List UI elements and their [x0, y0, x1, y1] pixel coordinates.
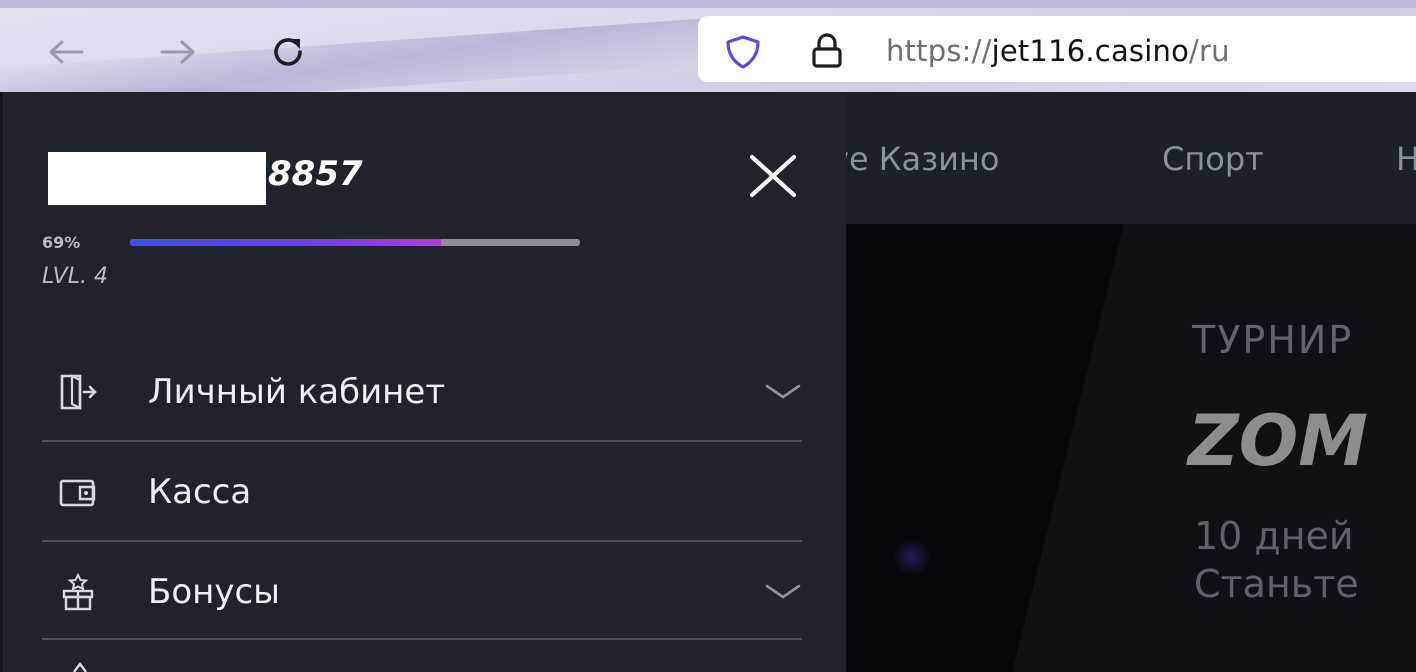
level-label: LVL. 4 [42, 264, 108, 289]
menu-item-personal-account[interactable]: Личный кабинет [42, 342, 802, 440]
menu-item-label: Личный кабинет [148, 372, 446, 412]
chevron-down-icon[interactable] [764, 382, 802, 402]
level-progress-percent: 69% [42, 233, 81, 252]
toolbar-background-streak [0, 17, 721, 92]
arrow-left-icon [49, 40, 84, 64]
hero-title: ZOM [1188, 400, 1368, 482]
address-bar[interactable]: https://jet116.casino/ru [698, 16, 1416, 82]
url-text[interactable]: https://jet116.casino/ru [886, 34, 1230, 68]
arrow-right-icon [160, 40, 195, 64]
menu-item-partial-icon [73, 662, 87, 672]
close-drawer-button[interactable] [740, 148, 806, 204]
username-redacted [48, 152, 266, 205]
menu-divider [42, 638, 802, 640]
nav-item-live-casino[interactable]: ve Казино [830, 140, 999, 178]
window-top-edge [0, 0, 1416, 8]
lock-icon[interactable] [810, 33, 844, 69]
nav-item-sport[interactable]: Спорт [1162, 140, 1264, 178]
browser-toolbar: https://jet116.casino/ru [0, 0, 1416, 92]
wallet-icon [56, 470, 100, 514]
url-host: jet116.casino [991, 34, 1190, 68]
reload-icon [274, 38, 302, 66]
back-button[interactable] [44, 30, 88, 74]
close-icon [749, 154, 797, 198]
shield-icon[interactable] [724, 35, 762, 69]
gift-icon [56, 570, 100, 614]
menu-item-bonuses[interactable]: Бонусы [42, 542, 802, 640]
hero-subtitle-line-2: Станьте [1194, 562, 1359, 606]
forward-button[interactable] [156, 30, 200, 74]
reload-button[interactable] [266, 30, 310, 74]
drawer-edge [0, 92, 3, 672]
menu-item-label: Бонусы [148, 572, 281, 612]
hero-subtitle-line-1: 10 дней [1194, 514, 1354, 558]
nav-item-next[interactable]: Н [1396, 140, 1416, 178]
url-path: /ru [1189, 34, 1230, 68]
chevron-down-icon[interactable] [764, 582, 802, 602]
door-exit-icon [56, 370, 100, 414]
level-progress-fill [130, 239, 441, 246]
hero-label: ТУРНИР [1192, 318, 1354, 362]
menu-item-cashier[interactable]: Касса [42, 442, 802, 540]
hero-glow [890, 540, 934, 574]
url-scheme: https:// [886, 34, 992, 68]
level-progress-bar [130, 239, 580, 246]
username-suffix: 8857 [268, 154, 363, 194]
menu-item-label: Касса [148, 472, 252, 512]
